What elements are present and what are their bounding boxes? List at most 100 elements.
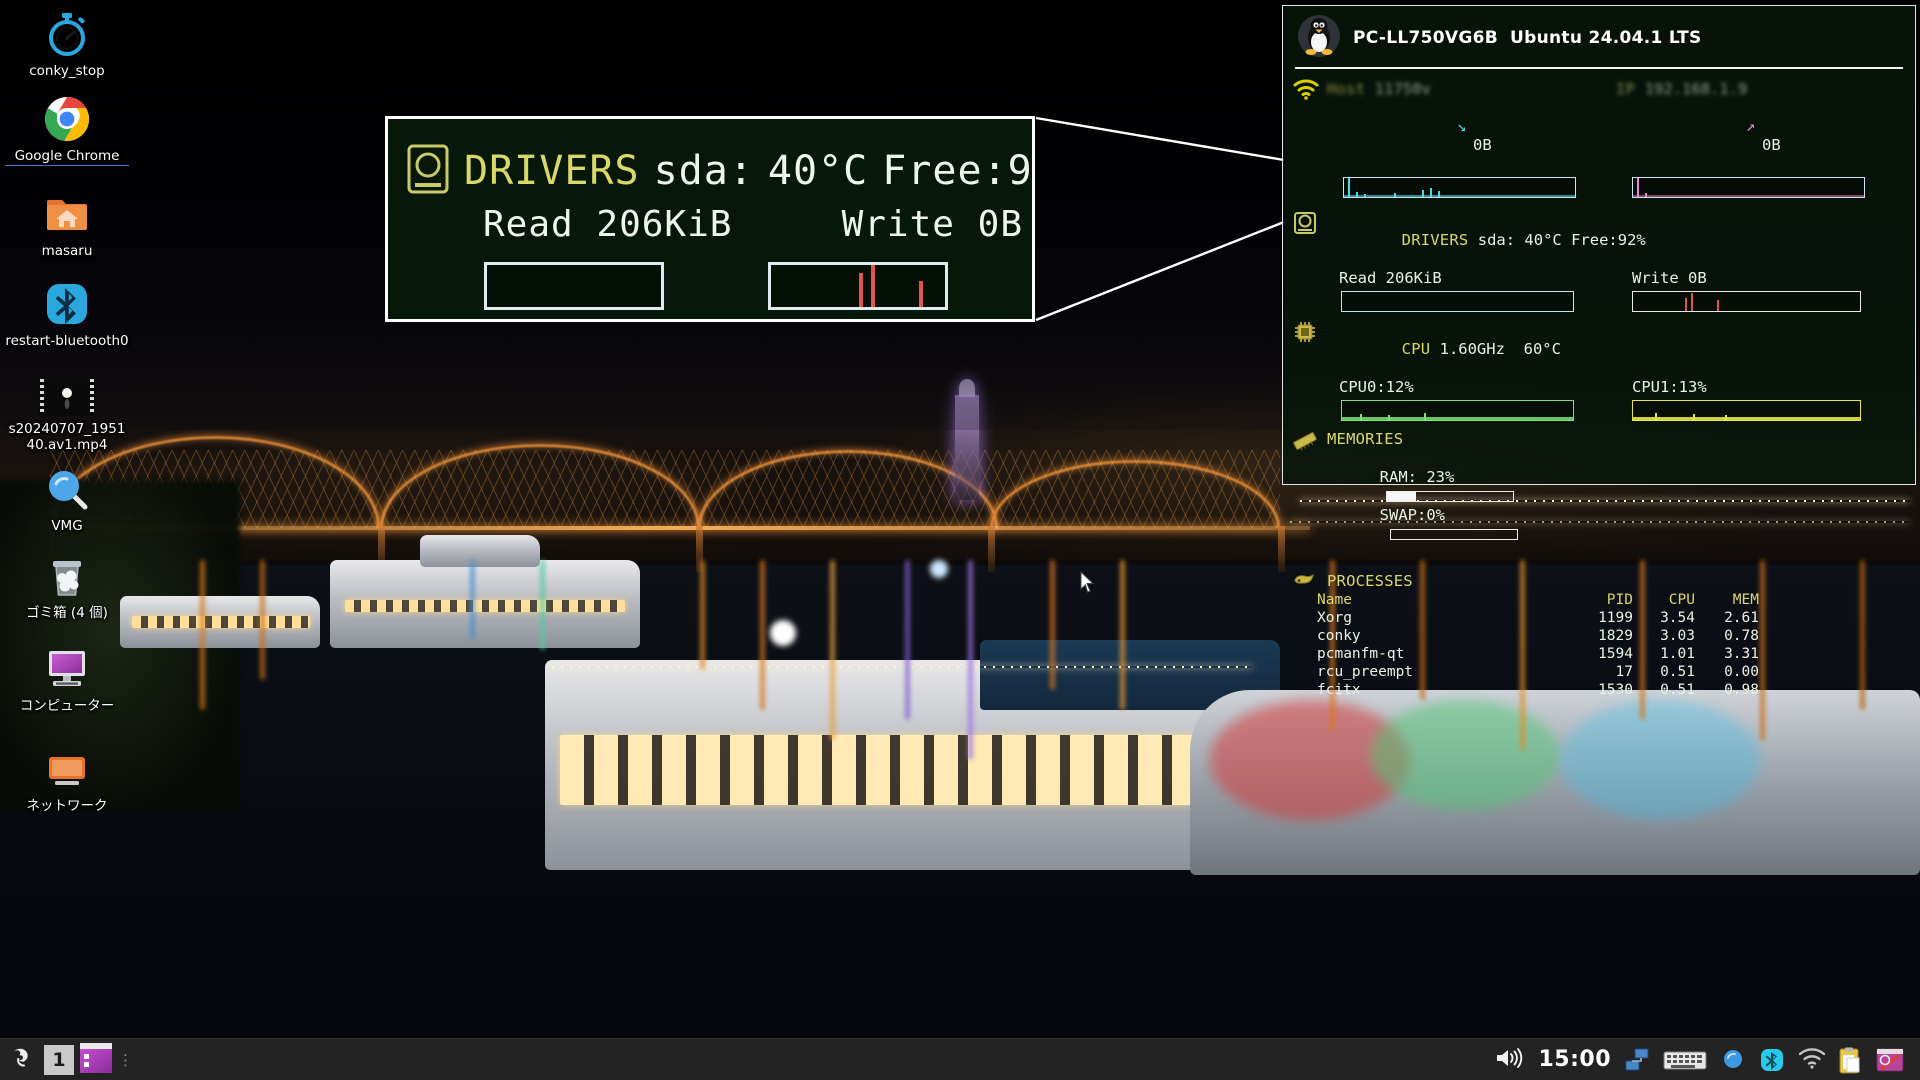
- taskbar: 1 ⋮ 15:00: [0, 1038, 1920, 1080]
- callout-io-row: Read 206KiB Write 0B: [483, 204, 1023, 245]
- table-row: rcu_preempt 17 0.51 0.00: [1317, 663, 1759, 681]
- cpu-chip-icon: [1293, 320, 1319, 344]
- ram-bar: [1385, 491, 1514, 502]
- drivers-read-graph: [1341, 291, 1574, 312]
- col-mem: MEM: [1732, 592, 1759, 608]
- callout-read-graph: [484, 262, 664, 310]
- desktop-icon-label: VMG: [51, 518, 83, 534]
- desktop-icon-conky_stop[interactable]: conky_stop: [5, 10, 129, 79]
- network-download-graph: [1343, 177, 1576, 198]
- table-row: pcmanfm-qt 1594 1.01 3.31: [1317, 645, 1759, 663]
- wifi-tray-icon[interactable]: [1798, 1047, 1826, 1073]
- process-name: fcitx: [1317, 682, 1361, 698]
- volume-icon[interactable]: [1495, 1046, 1525, 1074]
- drivers-label: DRIVERS: [1401, 231, 1469, 249]
- taskbar-clock[interactable]: 15:00: [1538, 1047, 1611, 1072]
- cpu-label: CPU: [1401, 340, 1431, 358]
- process-cpu: 0.51: [1660, 664, 1695, 680]
- upload-arrow-icon: ↗: [1745, 117, 1756, 135]
- processes-label: PROCESSES: [1327, 572, 1413, 590]
- conky-network-section: Host 11750v ↘ 0B IP 192.168.1.9 ↗ 0B: [1293, 79, 1905, 198]
- swap-bar: [1389, 529, 1518, 540]
- tux-penguin-icon: [1297, 14, 1341, 62]
- desktop-icon-vmg[interactable]: VMG: [5, 465, 129, 534]
- cpu-freq: 1.60GHz: [1439, 340, 1505, 358]
- desktop-icon-masaru[interactable]: masaru: [5, 190, 129, 259]
- chrome-icon: [43, 95, 91, 143]
- drivers-read: Read 206KiB: [1339, 269, 1442, 287]
- keyboard-layout-icon[interactable]: [1663, 1047, 1707, 1073]
- processes-icon: [1293, 571, 1319, 595]
- harddisk-icon: [406, 143, 450, 199]
- col-pid: PID: [1606, 592, 1633, 608]
- callout-device: sda:: [653, 148, 754, 194]
- process-mem: 0.78: [1724, 628, 1759, 644]
- network-ip-label: IP: [1616, 80, 1636, 98]
- process-mem: 0.00: [1724, 664, 1759, 680]
- table-row: Xorg 1199 3.54 2.61: [1317, 609, 1759, 627]
- network-host-value: 11750v: [1374, 80, 1431, 98]
- network-monitor-icon[interactable]: [1624, 1047, 1650, 1073]
- callout-free: Free:92%: [882, 148, 1033, 194]
- network-download-value: 0B: [1472, 136, 1492, 154]
- memories-values: RAM: 23% SWAP:0%: [1305, 449, 1905, 563]
- desktop-icon-trash[interactable]: ゴミ箱 (4 個): [5, 552, 129, 621]
- desktop-icon-restart-bluetooth0[interactable]: restart-bluetooth0: [5, 280, 129, 349]
- process-pid: 17: [1615, 664, 1633, 680]
- drivers-write: Write 0B: [1632, 269, 1707, 287]
- callout-write-graph: [768, 262, 948, 310]
- bird-logo-icon[interactable]: [8, 1043, 38, 1077]
- desktop-icon-network[interactable]: ネットワーク: [5, 745, 129, 814]
- col-cpu: CPU: [1668, 592, 1695, 608]
- desktop-icon-computer[interactable]: コンピューター: [5, 645, 129, 714]
- network-icon: [43, 745, 91, 793]
- process-mem: 3.31: [1724, 646, 1759, 662]
- desktop-icon-label: コンピューター: [19, 698, 115, 714]
- search-icon[interactable]: [1720, 1047, 1746, 1073]
- conky-cpu-section: CPU 1.60GHz 60°C CPU0:12% CPU1:13%: [1293, 321, 1905, 421]
- clipboard-icon[interactable]: [1837, 1047, 1863, 1073]
- cpu-core0-graph: [1341, 400, 1574, 421]
- swap-label: SWAP:0%: [1379, 506, 1445, 524]
- drivers-temp: 40°C: [1524, 231, 1562, 249]
- desktop-screen: conky_stop Google Chrome masaru restart-…: [0, 0, 1920, 1080]
- drivers-free: Free:92%: [1571, 231, 1646, 249]
- bluetooth-icon: [43, 280, 91, 328]
- drivers-magnified-callout: DRIVERS sda: 40°C Free:92% Read 206KiB W…: [385, 116, 1035, 322]
- process-name: Xorg: [1317, 610, 1352, 626]
- video-file-icon: [39, 378, 95, 416]
- download-arrow-icon: ↘: [1456, 117, 1467, 135]
- conky-os-version: Ubuntu 24.04.1 LTS: [1510, 28, 1702, 48]
- taskbar-dots-handle[interactable]: ⋮: [118, 1051, 134, 1069]
- network-upload-value: 0B: [1761, 136, 1781, 154]
- callout-write: Write 0B: [841, 204, 1023, 245]
- desktop-icon-label: ゴミ箱 (4 個): [26, 605, 108, 621]
- desktop-icon-label: conky_stop: [29, 63, 105, 79]
- home-folder-icon: [43, 190, 91, 238]
- stopwatch-icon: [43, 10, 91, 58]
- cpu-temp: 60°C: [1523, 340, 1561, 358]
- conky-divider: [1295, 67, 1903, 69]
- desktop-icon-label: restart-bluetooth0: [5, 333, 129, 349]
- cpu-core0-label: CPU0:12%: [1339, 378, 1414, 396]
- processes-header-row: Name PID CPU MEM: [1317, 591, 1759, 609]
- desktop-icon-label: s20240707_195140.av1.mp4: [8, 421, 126, 453]
- bluetooth-tray-icon[interactable]: [1759, 1047, 1785, 1073]
- process-pid: 1594: [1598, 646, 1633, 662]
- desktop-icon-label: Google Chrome: [5, 148, 129, 166]
- desktop-icon-google-chrome[interactable]: Google Chrome: [5, 95, 129, 166]
- ram-value: 23%: [1426, 468, 1455, 486]
- computer-icon: [43, 645, 91, 693]
- col-name: Name: [1317, 592, 1352, 608]
- callout-header-row: DRIVERS sda: 40°C Free:92%: [406, 143, 1033, 199]
- conky-hostname: PC-LL750VG6B: [1353, 28, 1499, 48]
- desktop-icon-label: masaru: [41, 243, 93, 259]
- process-cpu: 0.51: [1660, 682, 1695, 698]
- process-pid: 1829: [1598, 628, 1633, 644]
- conky-memories-section: MEMORIES RAM: 23% SWAP:0%: [1293, 430, 1905, 563]
- workspace-switcher-1[interactable]: 1: [44, 1044, 74, 1075]
- drivers-device: sda:: [1477, 231, 1516, 249]
- window-thumbnail-icon[interactable]: [80, 1042, 112, 1077]
- desktop-icon-video-file[interactable]: s20240707_195140.av1.mp4: [5, 378, 129, 453]
- screenshot-tool-icon[interactable]: [1876, 1047, 1904, 1073]
